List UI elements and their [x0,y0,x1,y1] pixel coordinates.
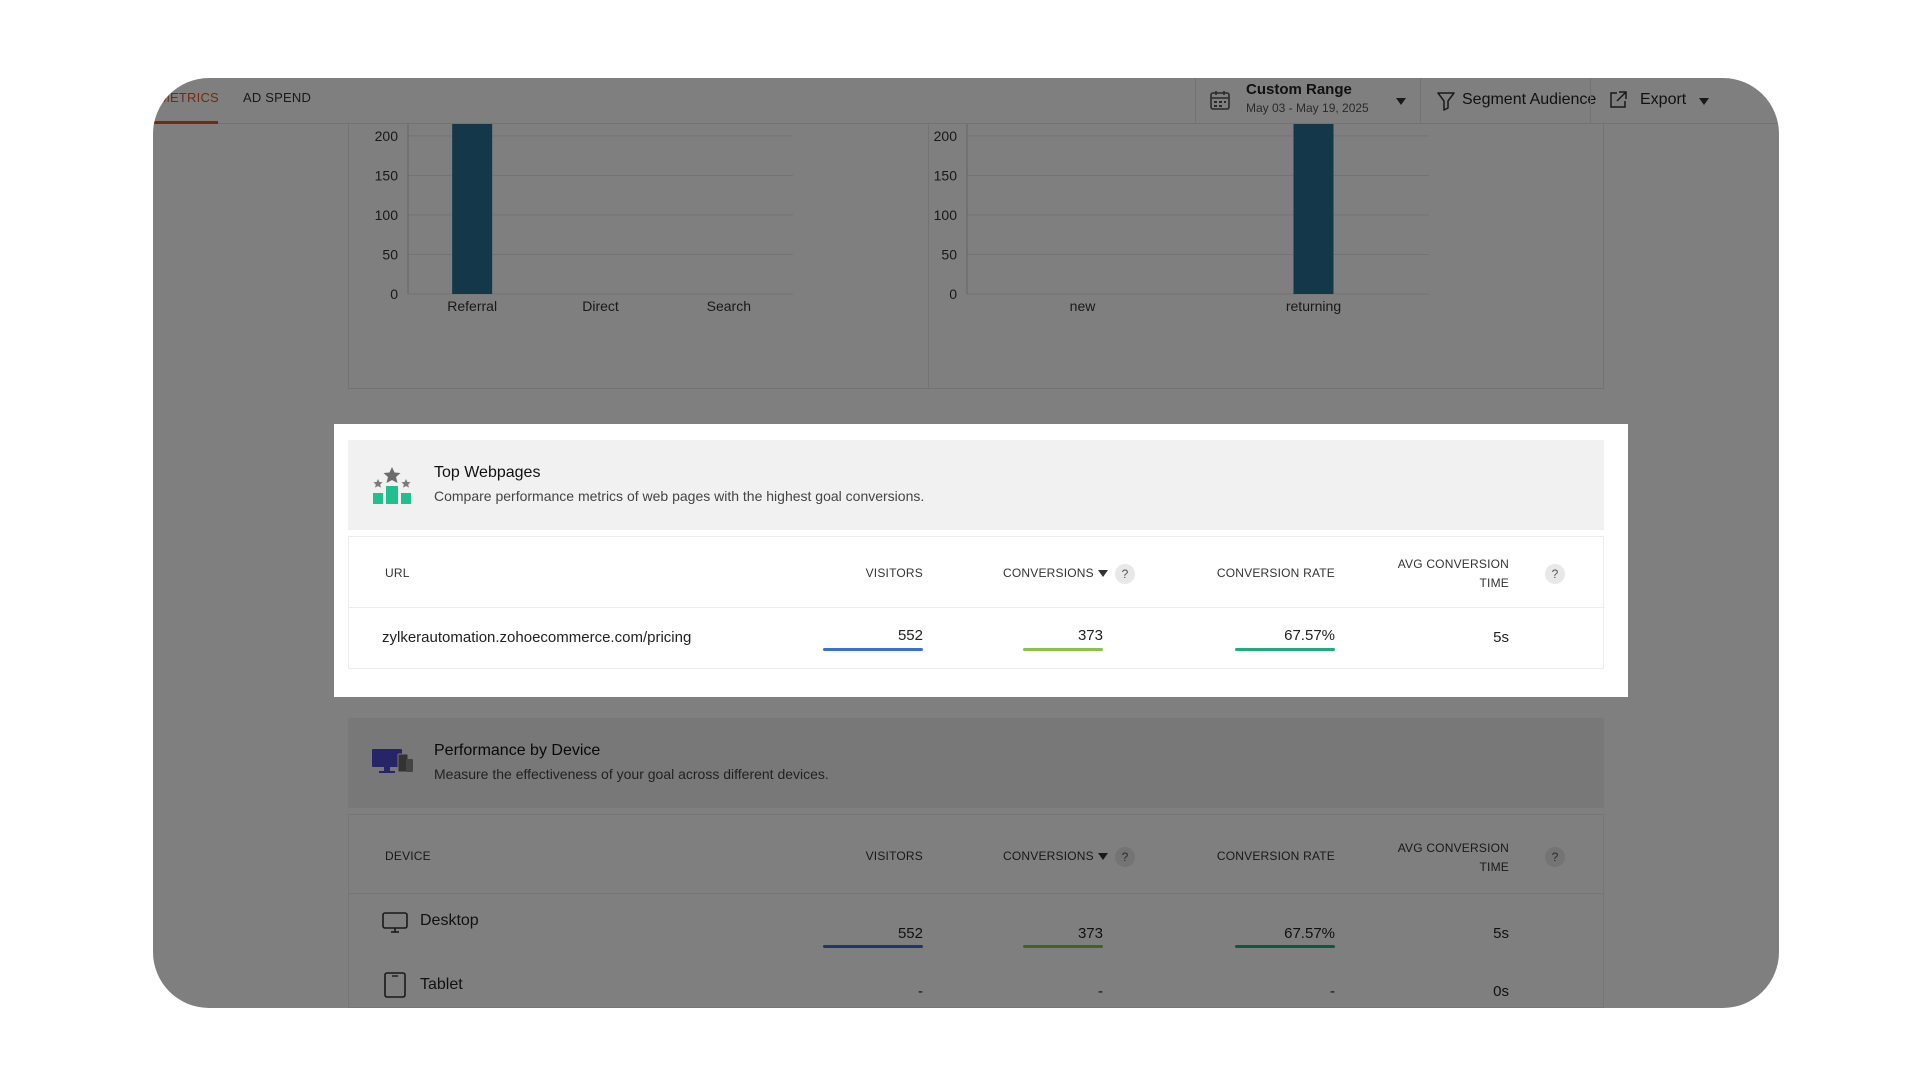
app-frame: METRICS AD SPEND Custom Range May 03 - M… [153,78,1779,1008]
column-header-visitors[interactable]: VISITORS [809,849,923,863]
avg-time-value: 0s [1493,983,1509,1000]
device-section-header: Performance by Device Measure the effect… [348,718,1604,808]
podium-star-icon [373,467,411,504]
y-tick-label: 0 [949,286,957,302]
conversion-rate-value: 67.57% [1284,925,1335,942]
section-title: Performance by Device [434,742,601,759]
help-icon[interactable]: ? [1115,564,1135,584]
x-tick-label: returning [1286,298,1341,314]
tab-metrics[interactable]: METRICS [159,90,219,105]
y-tick-label: 100 [375,207,399,223]
visitor-type-chart: 0 50 100 150 200 new returning [934,124,1429,314]
top-bar: METRICS AD SPEND Custom Range May 03 - M… [153,78,1779,124]
tablet-icon [384,972,406,998]
help-icon[interactable]: ? [1115,847,1135,867]
bar-referral[interactable] [452,124,493,294]
chevron-down-icon[interactable] [1699,98,1709,105]
x-tick-label: Search [707,298,751,314]
date-range-dates: May 03 - May 19, 2025 [1246,101,1369,115]
conversion-rate-value: 67.57% [1284,627,1335,644]
top-webpages-header: Top Webpages Compare performance metrics… [348,440,1604,530]
export-icon[interactable] [1608,90,1628,110]
devices-icon [372,749,413,773]
y-tick-label: 0 [390,286,398,302]
column-header-avg-time-line2: TIME [1479,860,1509,874]
column-header-conversions[interactable]: CONVERSIONS [1003,849,1094,863]
sort-desc-icon[interactable] [1098,570,1108,577]
x-tick-label: Direct [582,298,619,314]
avg-time-value: 5s [1493,629,1509,646]
bar-returning[interactable] [1293,124,1334,294]
table-row[interactable]: zylkerautomation.zohoecommerce.com/prici… [349,608,1605,670]
conversions-bar [1023,945,1103,948]
y-tick-label: 50 [941,246,957,262]
visitors-value: 552 [897,627,923,644]
column-header-visitors[interactable]: VISITORS [809,566,923,580]
calendar-icon [1210,91,1230,110]
export-button[interactable]: Export [1640,91,1686,109]
column-header-conversion-rate[interactable]: CONVERSION RATE [1169,566,1335,580]
help-icon[interactable]: ? [1545,847,1565,867]
top-webpages-card: Top Webpages Compare performance metrics… [334,424,1628,697]
visitors-bar [823,945,923,948]
conversions-value: 373 [1077,925,1103,942]
device-name: Tablet [420,976,463,993]
visitors-value: - [918,983,923,1000]
table-row[interactable]: Tablet - - - 0s [349,970,1605,1008]
column-header-avg-time[interactable]: AVG CONVERSION [1369,557,1509,571]
conversion-rate-bar [1235,945,1335,948]
visitors-bar [823,648,923,651]
visitors-value: 552 [897,925,923,942]
section-description: Compare performance metrics of web pages… [434,488,925,504]
conversions-value: 373 [1077,627,1103,644]
toolbar-divider [1590,78,1591,124]
y-tick-label: 150 [375,167,399,183]
section-description: Measure the effectiveness of your goal a… [434,766,829,782]
section-title: Top Webpages [434,464,541,481]
toolbar-divider [1420,78,1421,124]
conversions-value: - [1098,983,1103,1000]
column-header-avg-time-line2: TIME [1479,576,1509,590]
column-header-conversions[interactable]: CONVERSIONS [1003,566,1094,580]
desktop-icon [382,912,408,933]
chevron-down-icon[interactable] [1396,98,1406,105]
conversions-bar [1023,648,1103,651]
webpage-url[interactable]: zylkerautomation.zohoecommerce.com/prici… [382,629,691,646]
x-tick-label: new [1070,298,1097,314]
column-header-device: DEVICE [385,849,431,863]
x-tick-label: Referral [447,298,497,314]
sort-desc-icon[interactable] [1098,853,1108,860]
active-tab-indicator [153,121,218,124]
traffic-source-chart: 0 50 100 150 200 Referral Direct Search [375,124,793,314]
filter-icon[interactable] [1437,91,1455,111]
conversion-rate-bar [1235,648,1335,651]
segment-audience-button[interactable]: Segment Audience [1462,91,1596,109]
avg-time-value: 5s [1493,925,1509,942]
y-tick-label: 200 [375,128,399,144]
y-tick-label: 150 [934,167,958,183]
y-tick-label: 50 [382,246,398,262]
device-name: Desktop [420,912,479,929]
table-row[interactable]: Desktop 552 373 67.57% 5s [349,894,1605,970]
column-header-conversion-rate[interactable]: CONVERSION RATE [1169,849,1335,863]
y-tick-label: 100 [934,207,958,223]
conversion-rate-value: - [1330,983,1335,1000]
tab-ad-spend[interactable]: AD SPEND [243,90,311,105]
column-header-avg-time[interactable]: AVG CONVERSION [1369,841,1509,855]
column-header-url: URL [385,566,410,580]
device-table: DEVICE VISITORS CONVERSIONS ? CONVERSION… [348,814,1605,1008]
y-tick-label: 200 [934,128,958,144]
top-webpages-table: URL VISITORS CONVERSIONS ? CONVERSION RA… [348,536,1605,670]
help-icon[interactable]: ? [1545,564,1565,584]
date-range-title: Custom Range [1246,81,1352,98]
